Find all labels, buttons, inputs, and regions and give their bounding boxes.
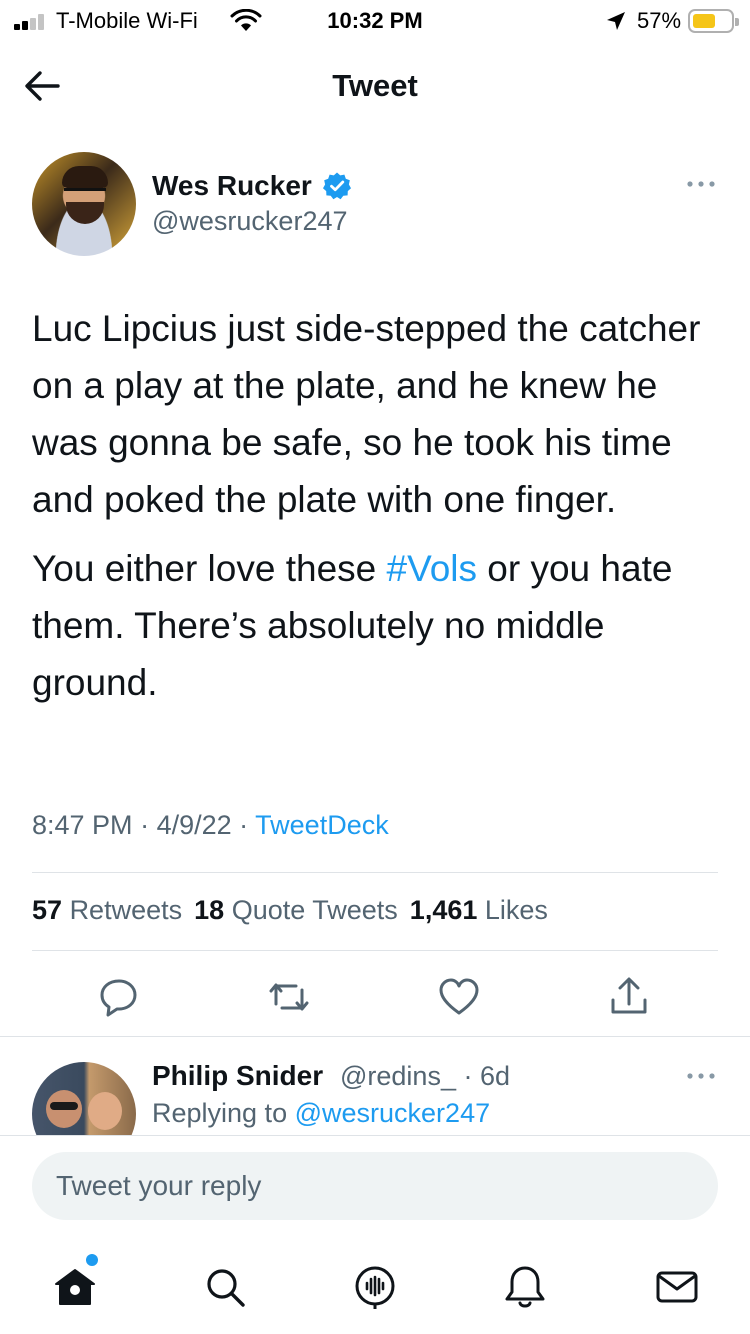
tweet-meta: 8:47 PM · 4/9/22 · TweetDeck	[32, 810, 389, 840]
reply-author-name[interactable]: Philip Snider	[152, 1060, 323, 1092]
divider	[32, 872, 718, 873]
spaces-icon[interactable]	[350, 1262, 400, 1312]
messages-icon[interactable]	[652, 1262, 702, 1312]
avatar[interactable]	[32, 1062, 136, 1136]
author-handle[interactable]: @wesrucker247	[152, 206, 348, 237]
quotes-count: 18	[194, 895, 225, 925]
reply-icon[interactable]	[96, 974, 142, 1020]
likes-count: 1,461	[409, 895, 478, 925]
more-options-icon[interactable]	[684, 1064, 718, 1088]
notifications-icon[interactable]	[500, 1262, 550, 1312]
battery-percent: 57%	[637, 8, 682, 33]
divider	[0, 1135, 750, 1136]
status-bar: T-Mobile Wi-Fi 10:32 PM 57%	[0, 0, 750, 40]
tweet-text-segment: You either love these	[32, 548, 387, 589]
quotes-label: Quote Tweets	[231, 895, 398, 925]
new-content-dot	[86, 1254, 98, 1266]
location-arrow-icon	[607, 12, 625, 30]
more-options-icon[interactable]	[684, 172, 718, 196]
likes-label: Likes	[484, 895, 548, 925]
reply-tweet[interactable]: Philip Snider @redins_ · 6d Replying to …	[0, 1040, 750, 1136]
replying-to: Replying to @wesrucker247	[152, 1098, 490, 1129]
battery-icon	[688, 9, 739, 33]
verified-badge-icon	[323, 172, 351, 200]
reply-composer[interactable]	[32, 1152, 718, 1220]
avatar[interactable]	[32, 152, 136, 256]
header: Tweet	[0, 50, 750, 120]
author-name[interactable]: Wes Rucker	[152, 170, 312, 202]
hashtag-link[interactable]: #Vols	[387, 548, 478, 589]
tweet-text: Luc Lipcius just side-stepped the catche…	[32, 300, 722, 711]
retweets-count: 57	[32, 895, 63, 925]
like-icon[interactable]	[436, 974, 482, 1020]
page-title: Tweet	[332, 68, 418, 103]
replying-prefix: Replying to	[152, 1098, 288, 1128]
reply-handle-time: @redins_ · 6d	[340, 1061, 510, 1091]
share-icon[interactable]	[606, 974, 652, 1020]
reply-input[interactable]	[56, 1152, 696, 1220]
tweet-actions	[0, 968, 750, 1028]
mention-link[interactable]: @wesrucker247	[295, 1098, 491, 1128]
tab-bar	[0, 1250, 750, 1334]
retweet-icon[interactable]	[266, 974, 312, 1020]
tweet-time: 8:47 PM	[32, 810, 133, 840]
quotes-stat[interactable]: 18 Quote Tweets	[194, 895, 398, 925]
tweet-date: 4/9/22	[156, 810, 232, 840]
tweet-paragraph: You either love these #Vols or you hate …	[32, 540, 722, 711]
retweets-stat[interactable]: 57 Retweets	[32, 895, 182, 925]
tweet-paragraph: Luc Lipcius just side-stepped the catche…	[32, 308, 701, 520]
home-icon[interactable]	[50, 1262, 100, 1312]
divider	[0, 1036, 750, 1037]
tweet-source-link[interactable]: TweetDeck	[255, 810, 389, 840]
tweet-stats: 57 Retweets 18 Quote Tweets 1,461 Likes	[32, 895, 548, 926]
battery-level-fill	[693, 14, 715, 28]
likes-stat[interactable]: 1,461 Likes	[410, 895, 548, 925]
search-icon[interactable]	[200, 1262, 250, 1312]
divider	[32, 950, 718, 951]
retweets-label: Retweets	[69, 895, 183, 925]
